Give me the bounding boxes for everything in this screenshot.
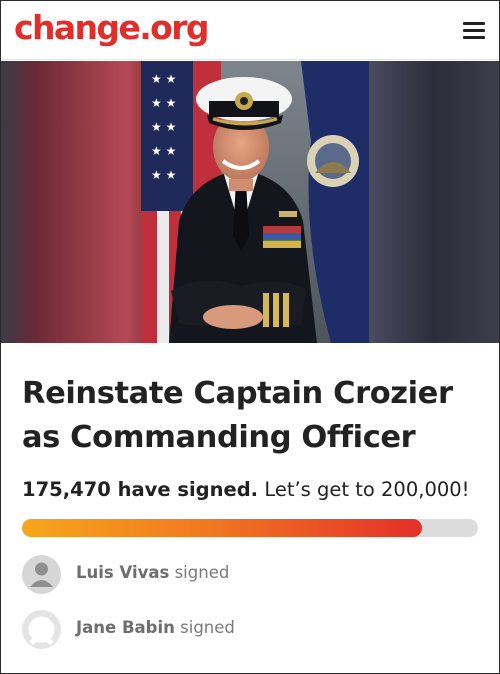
svg-text:★ ★: ★ ★ [151,144,176,158]
signer-name[interactable]: Luis Vivas [76,563,169,582]
signer-text: Jane Babin signed [76,618,235,637]
signer-name[interactable]: Jane Babin [76,618,175,637]
top-bar: change.org [1,1,499,60]
recent-signer: Jane Babin signed [22,610,462,650]
hamburger-menu-icon[interactable] [461,19,489,41]
outlined-avatar-icon [22,610,61,649]
signer-action: signed [180,618,235,637]
goal-text: Let’s get to 200,000! [264,478,470,501]
default-avatar-icon [22,555,61,594]
signature-progress-bar [22,519,478,537]
signed-count: 175,470 have signed. [22,478,259,501]
svg-text:★ ★: ★ ★ [151,96,176,110]
petition-title: Reinstate Captain Crozier as Commanding … [22,376,453,455]
menu-bar-middle [463,29,485,32]
signature-summary: 175,470 have signed. Let’s get to 200,00… [22,478,469,501]
progress-bar-fill [22,519,422,537]
menu-bar-top [463,22,485,25]
menu-bar-bottom [463,36,485,39]
signer-text: Luis Vivas signed [76,563,229,582]
recent-signer: Luis Vivas signed [22,555,462,595]
change-org-logo[interactable]: change.org [14,7,210,49]
svg-text:★ ★: ★ ★ [151,72,176,86]
signer-action: signed [174,563,230,582]
blurred-right-background [369,61,499,343]
svg-text:★ ★: ★ ★ [151,120,176,134]
captain-portrait-photo: ★ ★ ★ ★ ★ ★ ★ ★ ★ ★ [1,61,499,343]
petition-hero-image: ★ ★ ★ ★ ★ ★ ★ ★ ★ ★ [1,61,499,343]
blurred-left-background [1,61,141,343]
svg-text:★ ★: ★ ★ [151,168,176,182]
